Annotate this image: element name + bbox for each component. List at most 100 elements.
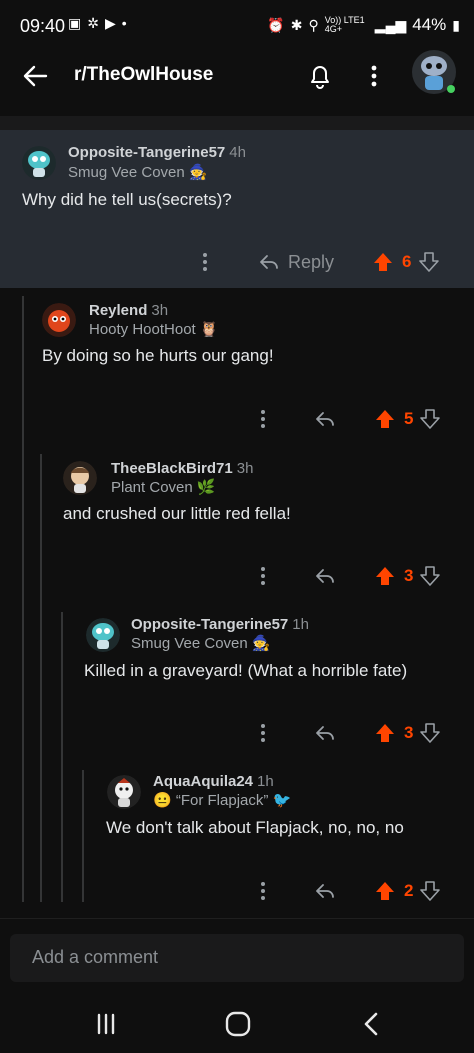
app-header: r/TheOwlHouse — [0, 48, 474, 104]
comment-username[interactable]: TheeBlackBird71 — [111, 460, 233, 477]
downvote-icon[interactable] — [419, 722, 441, 744]
downvote-icon[interactable] — [419, 408, 441, 430]
user-flair: 😐 “For Flapjack” 🐦 — [153, 792, 292, 809]
reply-button[interactable]: Reply — [258, 252, 334, 273]
status-time: 09:40 — [20, 16, 66, 36]
signal-icon: ▂▄▆ — [374, 16, 407, 33]
system-nav-bar — [0, 996, 474, 1053]
comment-body: By doing so he hurts our gang! — [42, 346, 274, 365]
comment-more-icon[interactable] — [258, 564, 268, 588]
upvote-icon[interactable] — [374, 408, 396, 430]
comment-age: 1h — [292, 616, 309, 633]
user-flair: Hooty HootHoot 🦉 — [89, 321, 219, 338]
location-icon: ⚲ — [308, 16, 319, 33]
section-divider — [0, 116, 474, 130]
comment-reply-level-4: AquaAquila24 1h 😐 “For Flapjack” 🐦 We don… — [0, 770, 474, 916]
upvote-icon[interactable] — [374, 880, 396, 902]
comment-body: We don't talk about Flapjack, no, no, no — [106, 818, 404, 837]
flair-emoji-icon: 🧙 — [251, 635, 271, 652]
vote-count: 3 — [404, 723, 414, 742]
reply-icon[interactable] — [314, 567, 336, 585]
comment-meta: AquaAquila24 1h — [153, 773, 274, 790]
comment-more-icon[interactable] — [258, 407, 268, 431]
reply-icon[interactable] — [314, 882, 336, 900]
downvote-icon[interactable] — [419, 880, 441, 902]
comment-body: Killed in a graveyard! (What a horrible … — [84, 661, 408, 680]
upvote-icon[interactable] — [372, 251, 394, 273]
comment-username[interactable]: Opposite-Tangerine57 — [68, 144, 225, 161]
comment-meta: Opposite-Tangerine57 4h — [68, 144, 246, 161]
upvote-icon[interactable] — [374, 722, 396, 744]
user-flair: Plant Coven 🌿 — [111, 479, 216, 496]
comment-meta: Reylend 3h — [89, 302, 168, 319]
flair-emoji-icon: 🧙 — [188, 164, 208, 181]
comment-reply-level-2: TheeBlackBird71 3h Plant Coven 🌿 and crus… — [0, 454, 474, 612]
comment-composer-bar: Add a comment — [0, 918, 474, 996]
reply-arrow-icon — [260, 255, 278, 269]
downvote-icon[interactable] — [419, 565, 441, 587]
vote-count: 5 — [404, 409, 414, 428]
network-label: Vo)) LTE1 4G+ — [324, 15, 365, 34]
user-flair: Smug Vee Coven 🧙 — [68, 164, 208, 181]
comment-age: 3h — [236, 460, 254, 477]
commenter-avatar[interactable] — [63, 461, 97, 495]
user-flair: Smug Vee Coven 🧙 — [131, 635, 271, 652]
downvote-icon[interactable] — [418, 251, 440, 273]
home-icon[interactable] — [220, 1006, 256, 1042]
comment-meta: TheeBlackBird71 3h — [111, 460, 253, 477]
youtube-notification-icon: ▶ — [104, 15, 116, 31]
status-left-icons: ▣ ✲ ▶ • — [68, 15, 127, 32]
reply-icon[interactable] — [314, 410, 336, 428]
flair-emoji-icon: 🐦 — [272, 792, 292, 809]
comment-body: Why did he tell us(secrets)? — [22, 190, 232, 209]
reply-icon[interactable] — [314, 724, 336, 742]
status-right-icons: ⏰ ✱ ⚲ Vo)) LTE1 4G+ ▂▄▆ 44% ▮ — [267, 15, 460, 35]
vote-count: 2 — [404, 881, 414, 900]
flair-emoji-icon: 🦉 — [199, 321, 219, 338]
commenter-avatar[interactable] — [86, 618, 120, 652]
commenter-avatar[interactable] — [22, 146, 56, 180]
comment-username[interactable]: Reylend — [89, 302, 147, 319]
fan-notification-icon: ✲ — [87, 15, 99, 31]
comment-actions: 5 — [258, 404, 458, 434]
back-nav-icon[interactable] — [354, 1006, 390, 1042]
comment-actions: 3 — [258, 561, 458, 591]
add-comment-input[interactable]: Add a comment — [10, 934, 464, 982]
comment-age: 4h — [229, 144, 246, 161]
flair-emoji-icon: 🌿 — [196, 479, 216, 496]
comment-actions: Reply 6 — [200, 247, 460, 277]
comment-actions: 3 — [258, 718, 458, 748]
vote-count: 3 — [404, 566, 414, 585]
battery-text: 44% — [412, 15, 447, 34]
comment-body: and crushed our little red fella! — [63, 504, 291, 523]
reply-label: Reply — [288, 251, 335, 272]
back-arrow-icon[interactable] — [20, 60, 52, 92]
dot-notification-icon: • — [121, 15, 127, 31]
bell-icon[interactable] — [304, 60, 336, 92]
gallery-notification-icon: ▣ — [68, 15, 82, 31]
comment-more-icon[interactable] — [258, 721, 268, 745]
bluetooth-icon: ✱ — [290, 16, 303, 33]
comment-reply-level-3: Opposite-Tangerine57 1h Smug Vee Coven 🧙 … — [0, 612, 474, 770]
more-options-icon[interactable] — [362, 60, 386, 92]
comment-highlighted: Opposite-Tangerine57 4h Smug Vee Coven 🧙 … — [0, 130, 474, 288]
comment-more-icon[interactable] — [200, 250, 210, 274]
commenter-avatar[interactable] — [42, 303, 76, 337]
comment-username[interactable]: Opposite-Tangerine57 — [131, 616, 288, 633]
comment-actions: 2 — [258, 876, 458, 906]
upvote-icon[interactable] — [374, 565, 396, 587]
user-avatar[interactable] — [410, 48, 458, 98]
comment-more-icon[interactable] — [258, 879, 268, 903]
flair-prefix-emoji-icon: 😐 — [153, 792, 172, 809]
comment-age: 3h — [151, 302, 169, 319]
comment-username[interactable]: AquaAquila24 — [153, 773, 253, 790]
comment-age: 1h — [257, 773, 274, 790]
comment-reply-level-1: Reylend 3h Hooty HootHoot 🦉 By doing so h… — [0, 296, 474, 454]
alarm-icon: ⏰ — [267, 16, 285, 33]
subreddit-title[interactable]: r/TheOwlHouse — [74, 64, 213, 86]
battery-icon: ▮ — [452, 16, 460, 33]
comment-meta: Opposite-Tangerine57 1h — [131, 616, 309, 633]
recent-apps-icon[interactable] — [88, 1006, 124, 1042]
commenter-avatar[interactable] — [107, 775, 141, 809]
status-bar: 09:40 ▣ ✲ ▶ • ⏰ ✱ ⚲ Vo)) LTE1 4G+ ▂▄▆ 44… — [0, 0, 474, 48]
